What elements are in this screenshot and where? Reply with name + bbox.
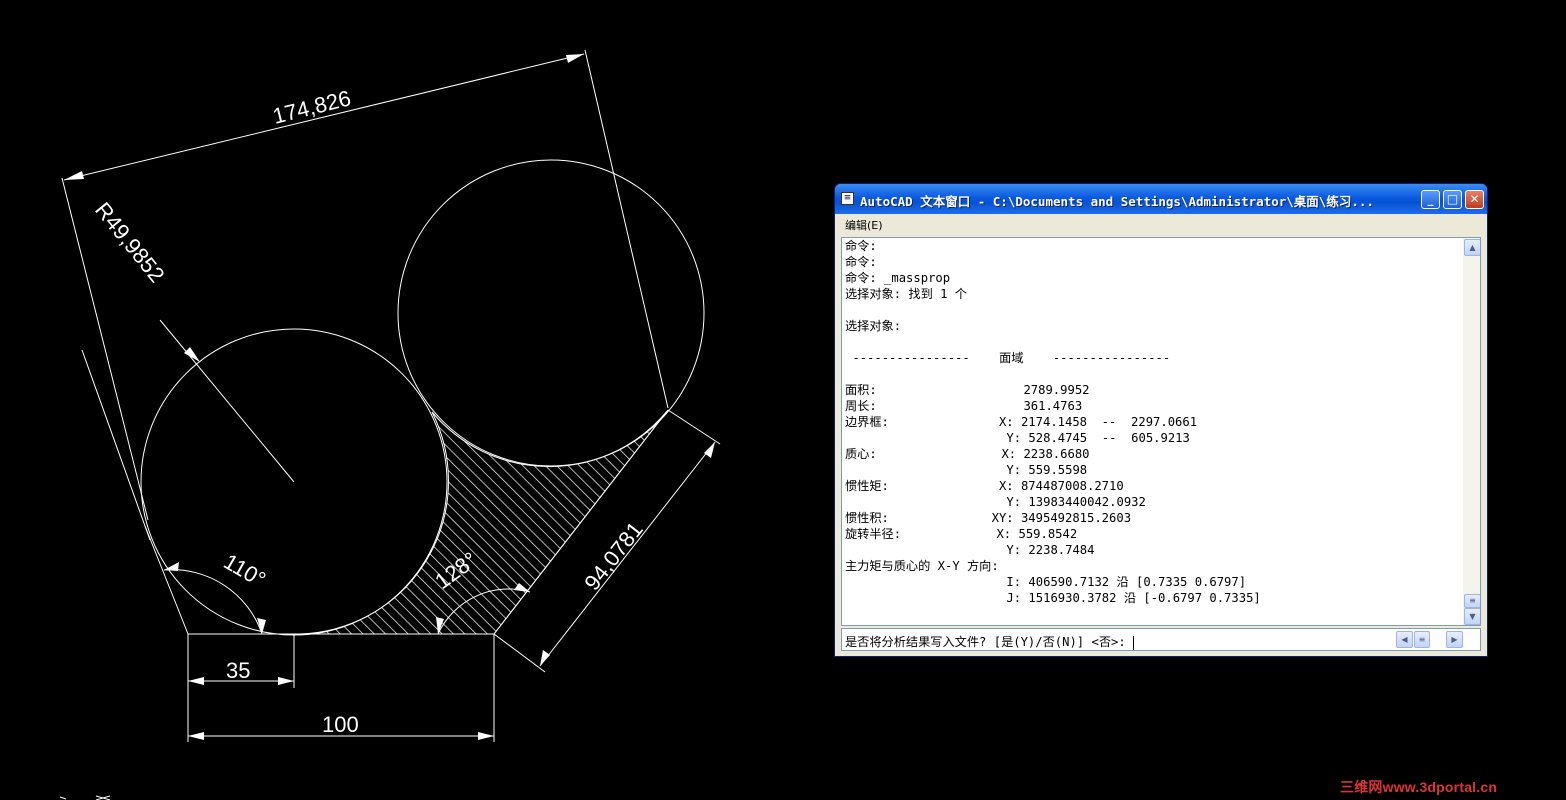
menu-edit[interactable]: 编辑(E) bbox=[845, 217, 883, 233]
history-line bbox=[845, 334, 1261, 350]
history-line: J: 1516930.3782 沿 [-0.6797 0.7335] bbox=[845, 591, 1261, 605]
command-prompt: 是否将分析结果写入文件? [是(Y)/否(N)] <否>: bbox=[845, 635, 1134, 649]
scroll-up-icon[interactable]: ▲ bbox=[1464, 239, 1480, 256]
history-line: 边界框: X: 2174.1458 -- 2297.0661 bbox=[845, 415, 1198, 429]
vertical-scrollbar[interactable]: ▲ ≡ ▼ bbox=[1463, 238, 1480, 625]
right-extension-line bbox=[584, 49, 669, 409]
dim-100-text: 100 bbox=[322, 712, 359, 737]
right-extension-line-2 bbox=[667, 409, 721, 445]
command-line[interactable]: 是否将分析结果写入文件? [是(Y)/否(N)] <否>: ◀ ≡ ▶ bbox=[841, 628, 1481, 651]
history-line: I: 406590.7132 沿 [0.7335 0.6797] bbox=[845, 575, 1247, 589]
scroll-right-icon[interactable]: ▶ bbox=[1446, 631, 1463, 648]
text-window-titlebar[interactable]: ≡ AutoCAD 文本窗口 - C:\Documents and Settin… bbox=[835, 184, 1487, 214]
ucs-icon bbox=[59, 795, 111, 800]
history-line: 惯性矩: X: 874487008.2710 bbox=[845, 479, 1124, 493]
history-line bbox=[845, 302, 1261, 318]
left-tangent-line bbox=[81, 349, 151, 541]
history-line: 命令: bbox=[845, 239, 877, 253]
history-line: 选择对象: bbox=[845, 319, 902, 333]
history-line bbox=[845, 366, 1261, 382]
history-line: 选择对象: 找到 1 个 bbox=[845, 287, 967, 301]
right-extension-line-3 bbox=[493, 633, 546, 673]
text-caret bbox=[1133, 635, 1135, 650]
autocad-text-window[interactable]: ≡ AutoCAD 文本窗口 - C:\Documents and Settin… bbox=[834, 183, 1488, 657]
history-line: 命令: bbox=[845, 255, 877, 269]
history-line: 面积: 2789.9952 bbox=[845, 383, 1090, 397]
hscroll-thumb[interactable]: ≡ bbox=[1414, 631, 1430, 648]
horizontal-scrollbar[interactable]: ◀ ≡ ▶ bbox=[1396, 631, 1463, 648]
outline-left-side[interactable] bbox=[144, 525, 189, 635]
dim-radius-text: R49,9852 bbox=[90, 197, 169, 287]
command-history-lines: 命令: 命令: 命令: _massprop 选择对象: 找到 1 个 选择对象: --… bbox=[845, 238, 1261, 606]
dim-right-text: 94,0781 bbox=[579, 517, 648, 595]
minimize-button[interactable]: _ bbox=[1421, 190, 1440, 209]
right-circle[interactable] bbox=[397, 159, 705, 467]
history-line: 命令: _massprop bbox=[845, 271, 951, 285]
menu-bar: 编辑(E) bbox=[837, 214, 1485, 234]
text-window-title: AutoCAD 文本窗口 - C:\Documents and Settings… bbox=[860, 194, 1374, 209]
dim-top-text: 174,826 bbox=[270, 85, 353, 128]
watermark: 三维网www.3dportal.cn bbox=[1340, 779, 1498, 795]
app-icon[interactable]: ≡ bbox=[841, 192, 854, 205]
history-line: Y: 13983440042.0932 bbox=[845, 495, 1146, 509]
history-line: ---------------- 面域 ---------------- bbox=[845, 351, 1171, 365]
history-line: Y: 2238.7484 bbox=[845, 543, 1095, 557]
top-dimension-line bbox=[63, 53, 585, 181]
history-line: 旋转半径: X: 559.8542 bbox=[845, 527, 1078, 541]
scroll-thumb[interactable]: ≡ bbox=[1464, 594, 1480, 608]
history-line: 周长: 361.4763 bbox=[845, 399, 1083, 413]
dim-angle-left-text: 110° bbox=[220, 549, 270, 593]
history-line: Y: 559.5598 bbox=[845, 463, 1088, 477]
scroll-down-icon[interactable]: ▼ bbox=[1464, 608, 1480, 625]
dim-35-text: 35 bbox=[226, 658, 250, 683]
history-line: 主力矩与质心的 X-Y 方向: bbox=[845, 559, 999, 573]
scroll-left-icon[interactable]: ◀ bbox=[1396, 631, 1413, 648]
command-history-pane[interactable]: 命令: 命令: 命令: _massprop 选择对象: 找到 1 个 选择对象: --… bbox=[841, 237, 1481, 626]
history-line: 质心: X: 2238.6680 bbox=[845, 447, 1090, 461]
history-line: Y: 528.4745 -- 605.9213 bbox=[845, 431, 1190, 445]
close-button[interactable]: ✕ bbox=[1465, 190, 1484, 209]
hatched-region[interactable] bbox=[299, 409, 669, 635]
history-line: 惯性积: XY: 3495492815.2603 bbox=[845, 511, 1132, 525]
maximize-button[interactable]: □ bbox=[1443, 190, 1462, 209]
